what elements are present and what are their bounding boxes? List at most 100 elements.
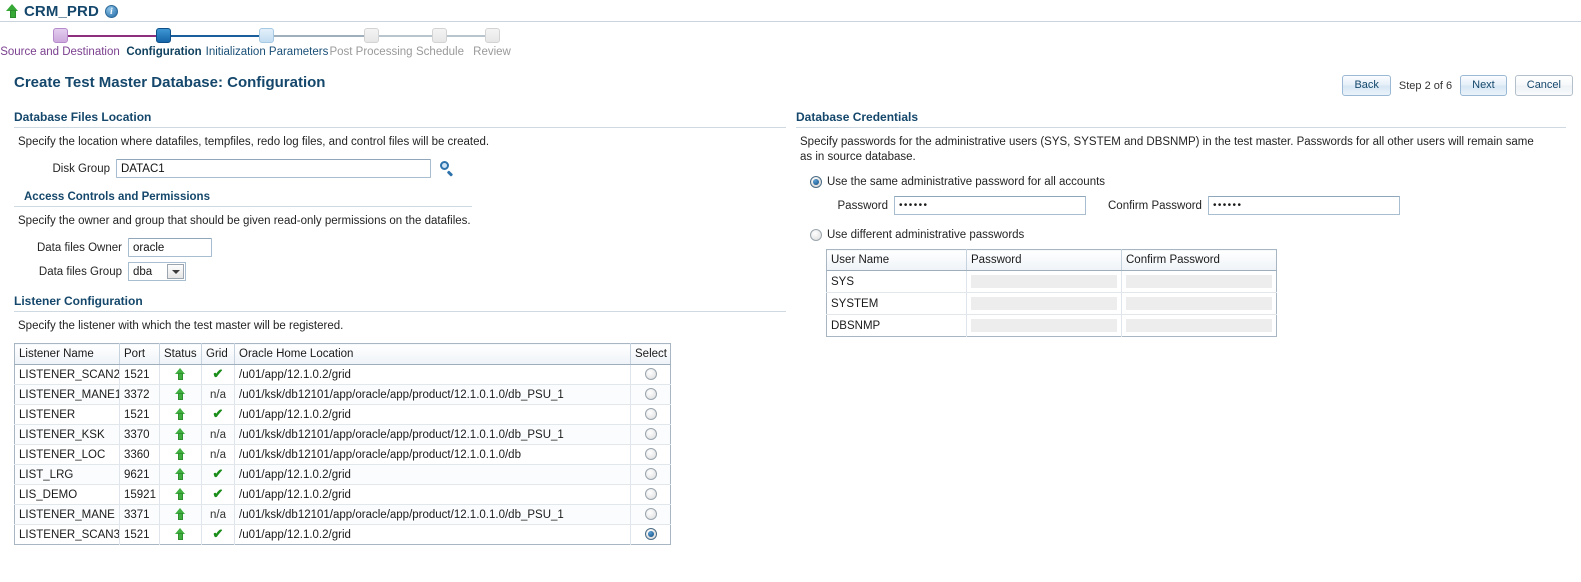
database-files-location-description: Specify the location where datafiles, te… <box>18 136 490 148</box>
user-confirm-password-input[interactable] <box>1126 275 1272 288</box>
listener-select-radio[interactable] <box>644 528 657 540</box>
different-password-radio[interactable] <box>810 229 822 241</box>
wizard-button-bar: Back Step 2 of 6 Next Cancel <box>1342 75 1573 96</box>
listener-select-radio[interactable] <box>644 448 657 460</box>
listener-select-radio[interactable] <box>644 368 657 380</box>
cell-password[interactable] <box>966 292 1122 315</box>
table-row[interactable]: LISTENER_MANE 3371 n/a/u01/ksk/db12101/app… <box>14 504 671 525</box>
status-up-arrow-icon <box>175 408 186 420</box>
cell-oracle-home-location: /u01/app/12.1.0.2/grid <box>234 464 631 485</box>
train-node-schedule <box>432 28 447 43</box>
user-password-input[interactable] <box>971 275 1117 288</box>
train-label-review: Review <box>473 46 511 58</box>
col-header-port[interactable]: Port <box>119 343 160 365</box>
password-input[interactable] <box>894 196 1086 215</box>
same-password-radio[interactable] <box>810 176 822 188</box>
data-files-group-select[interactable]: dba <box>128 262 186 281</box>
step-indicator: Step 2 of 6 <box>1398 79 1453 92</box>
table-row[interactable]: LISTENER 1521 ✔ /u01/app/12.1.0.2/grid <box>14 404 671 425</box>
cancel-button[interactable]: Cancel <box>1514 75 1573 96</box>
cell-user-name: SYS <box>826 270 967 293</box>
train-node-initialization-parameters[interactable] <box>259 28 274 43</box>
listener-select-radio[interactable] <box>644 388 657 400</box>
cell-grid: ✔ <box>201 404 235 425</box>
different-password-option-row[interactable]: Use different administrative passwords <box>796 229 1566 241</box>
listener-select-radio[interactable] <box>644 408 657 420</box>
cell-confirm-password[interactable] <box>1121 270 1277 293</box>
cell-select[interactable] <box>630 504 671 525</box>
listener-select-radio[interactable] <box>644 488 657 500</box>
table-row[interactable]: LISTENER_SCAN2 1521 ✔ /u01/app/12.1.0.2/gri… <box>14 364 671 385</box>
database-credentials-section: Database Credentials Specify passwords f… <box>796 110 1566 337</box>
disk-group-input[interactable] <box>116 159 431 178</box>
cell-grid: n/a <box>201 424 235 445</box>
listener-select-radio[interactable] <box>644 508 657 520</box>
back-button[interactable]: Back <box>1342 75 1391 96</box>
next-button[interactable]: Next <box>1460 75 1507 96</box>
col-header-password: Password <box>966 249 1122 271</box>
table-row[interactable]: LISTENER_MANE1 3372 n/a/u01/ksk/db12101/ap… <box>14 384 671 405</box>
train-node-configuration[interactable] <box>156 28 171 43</box>
cell-select[interactable] <box>630 484 671 505</box>
info-icon[interactable]: i <box>104 4 118 18</box>
cell-select[interactable] <box>630 444 671 465</box>
train-label-source-and-destination[interactable]: Source and Destination <box>0 46 120 58</box>
database-name: CRM_PRD <box>24 2 99 20</box>
cell-status <box>159 444 202 465</box>
cell-confirm-password[interactable] <box>1121 292 1277 315</box>
col-header-oracle-home-location[interactable]: Oracle Home Location <box>234 343 631 365</box>
table-row[interactable]: LIST_LRG 9621 ✔ /u01/app/12.1.0.2/grid <box>14 464 671 485</box>
cell-confirm-password[interactable] <box>1122 315 1277 337</box>
search-icon[interactable] <box>439 160 455 177</box>
table-row[interactable]: LISTENER_KSK 3370 n/a/u01/ksk/db12101/app/… <box>14 424 671 445</box>
table-row[interactable]: LISTENER_SCAN3 1521 ✔ /u01/app/12.1.0.2/gri… <box>14 524 671 545</box>
listener-select-radio[interactable] <box>644 428 657 440</box>
train-node-source-and-destination[interactable] <box>53 28 68 43</box>
col-header-user-name: User Name <box>826 249 967 271</box>
cell-port: 3360 <box>119 444 160 465</box>
table-row: DBSNMP <box>826 314 1277 337</box>
cell-oracle-home-location: /u01/app/12.1.0.2/grid <box>234 484 631 505</box>
col-header-listener-name[interactable]: Listener Name <box>14 343 120 365</box>
access-controls-heading: Access Controls and Permissions <box>24 191 210 203</box>
table-row[interactable]: LIS_DEMO 15921 ✔ /u01/app/12.1.0.2/grid <box>14 484 671 505</box>
listener-table-header-row: Listener Name Port Status Grid Oracle Ho… <box>14 343 671 365</box>
cell-select[interactable] <box>630 384 671 405</box>
user-password-input[interactable] <box>971 297 1117 310</box>
cell-select[interactable] <box>630 404 671 425</box>
cell-listener-name: LISTENER_SCAN2 <box>14 364 120 385</box>
password-label: Password <box>837 199 889 212</box>
table-row[interactable]: LISTENER_LOC 3360 n/a/u01/ksk/db12101/app/… <box>14 444 671 465</box>
train-label-initialization-parameters[interactable]: Initialization Parameters <box>206 46 329 58</box>
user-confirm-password-input[interactable] <box>1126 297 1272 310</box>
cell-select[interactable] <box>630 464 671 485</box>
listener-select-radio[interactable] <box>644 468 657 480</box>
user-confirm-password-input[interactable] <box>1126 319 1272 332</box>
section-divider <box>14 311 786 312</box>
cell-status <box>159 484 202 505</box>
cell-select[interactable] <box>631 525 671 545</box>
cell-port: 3370 <box>119 424 160 445</box>
database-credentials-description: Specify passwords for the administrative… <box>800 136 1534 163</box>
data-files-owner-input[interactable] <box>128 238 212 257</box>
cell-select[interactable] <box>630 364 671 385</box>
grid-na-label: n/a <box>210 388 226 401</box>
cell-grid: ✔ <box>201 524 235 545</box>
cell-user-name: DBSNMP <box>826 314 967 337</box>
cell-select[interactable] <box>630 424 671 445</box>
same-password-option-row[interactable]: Use the same administrative password for… <box>796 176 1566 188</box>
confirm-password-input[interactable] <box>1207 196 1400 215</box>
cell-password[interactable] <box>966 314 1122 337</box>
user-password-input[interactable] <box>971 319 1117 332</box>
col-header-grid[interactable]: Grid <box>201 343 235 365</box>
cell-oracle-home-location: /u01/app/12.1.0.2/grid <box>234 524 631 545</box>
cell-oracle-home-location: /u01/ksk/db12101/app/oracle/app/product/… <box>234 504 631 525</box>
cell-listener-name: LIS_DEMO <box>14 484 120 505</box>
cell-user-name: SYSTEM <box>826 292 967 315</box>
cell-password[interactable] <box>966 270 1122 293</box>
chevron-down-icon[interactable] <box>167 264 184 279</box>
col-header-status[interactable]: Status <box>159 343 202 365</box>
wizard-train: Source and Destination Configuration Ini… <box>0 26 540 62</box>
train-connector-5 <box>444 35 488 37</box>
train-label-configuration[interactable]: Configuration <box>126 46 201 58</box>
